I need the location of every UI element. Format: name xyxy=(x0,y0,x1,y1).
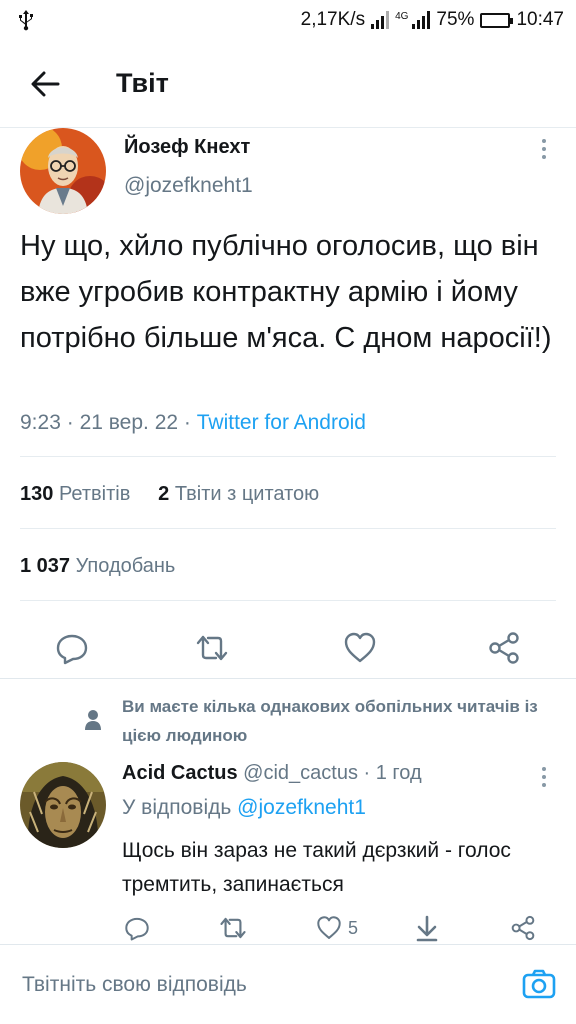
meta-separator: · xyxy=(183,411,191,434)
retweet-icon xyxy=(220,917,246,939)
like-icon xyxy=(344,632,376,663)
tweet-author: Йозеф Кнехт @jozefkneht1 xyxy=(0,128,576,224)
app-header: Твіт xyxy=(0,40,576,128)
tweet-time: 9:23 xyxy=(20,411,61,434)
section-divider xyxy=(0,678,576,679)
tweet-actions xyxy=(0,618,576,678)
author-avatar[interactable] xyxy=(20,128,106,214)
reply-icon xyxy=(56,634,88,665)
reply-avatar[interactable] xyxy=(20,762,106,848)
reply-likes-count: 5 xyxy=(348,917,359,938)
divider xyxy=(20,456,556,457)
main-tweet: Йозеф Кнехт @jozefkneht1 Ну що, хйло пуб… xyxy=(0,128,576,665)
quotes-count: 2 xyxy=(158,483,170,505)
divider xyxy=(20,528,556,529)
reply-retweet-button[interactable] xyxy=(218,910,248,946)
camera-icon[interactable] xyxy=(522,967,556,1001)
signal-icon-2 xyxy=(412,11,431,29)
divider xyxy=(20,600,556,601)
reply-header: Acid Cactus @cid_cactus · 1 год xyxy=(122,762,422,785)
replying-to: У відповідь @jozefkneht1 xyxy=(122,796,366,820)
back-button[interactable] xyxy=(20,59,70,109)
person-icon xyxy=(85,710,101,730)
share-button[interactable] xyxy=(482,626,526,670)
reply-more-icon[interactable] xyxy=(534,764,554,790)
retweets-count: 130 xyxy=(20,483,54,505)
compose-reply-bar: Твітніть свою відповідь xyxy=(0,944,576,1024)
replying-to-label: У відповідь xyxy=(122,796,232,819)
retweets-label: Ретвітів xyxy=(58,483,131,505)
reply-text: Щось він зараз не такий дєрзкий - голос … xyxy=(122,839,511,896)
likes-count: 1 037 xyxy=(20,555,71,577)
reply-time: 1 год xyxy=(375,762,422,784)
tweet-meta: 9:23 · 21 вер. 22 · Twitter for Android xyxy=(20,411,366,435)
retweet-stats: 130 Ретвітів 2 Твіти з цитатою xyxy=(20,483,319,506)
like-button[interactable] xyxy=(338,626,382,670)
battery-icon xyxy=(480,12,514,28)
reply-share-button[interactable] xyxy=(510,910,536,946)
reply-avatar-image xyxy=(20,762,106,848)
retweets-link[interactable]: 130 Ретвітів xyxy=(20,483,130,505)
network-type: 4G xyxy=(395,11,409,22)
tweet-date: 21 вер. 22 xyxy=(79,411,179,434)
like-icon xyxy=(317,916,341,939)
usb-icon xyxy=(19,10,33,31)
reply-icon xyxy=(125,917,149,941)
tweet-source-link[interactable]: Twitter for Android xyxy=(197,411,366,434)
meta-separator: · xyxy=(363,762,371,784)
author-portrait xyxy=(20,128,106,214)
download-icon xyxy=(416,915,438,942)
retweet-button[interactable] xyxy=(190,626,234,670)
quotes-label: Твіти з цитатою xyxy=(174,483,320,505)
clock: 10:47 xyxy=(516,9,564,30)
back-arrow-icon xyxy=(31,71,60,96)
likes-stats[interactable]: 1 037 Уподобань xyxy=(20,555,175,578)
retweet-icon xyxy=(196,635,228,661)
quotes-link[interactable]: 2 Твіти з цитатою xyxy=(158,483,319,505)
author-handle[interactable]: @jozefkneht1 xyxy=(124,174,253,198)
net-speed: 2,17K/s xyxy=(300,9,366,30)
reply-button[interactable] xyxy=(50,626,94,670)
replying-to-mention[interactable]: @jozefkneht1 xyxy=(237,796,366,819)
reply-like-button[interactable]: 5 xyxy=(316,910,358,946)
reply-author-handle[interactable]: @cid_cactus xyxy=(243,762,358,784)
status-bar: 2,17K/s 4G 75% 10:47 xyxy=(0,0,576,40)
reply-input[interactable]: Твітніть свою відповідь xyxy=(22,973,247,997)
author-name[interactable]: Йозеф Кнехт xyxy=(124,136,250,159)
social-context-text: Ви маєте кілька однакових обопільних чит… xyxy=(122,697,538,745)
likes-label: Уподобань xyxy=(75,555,176,577)
signal-icon xyxy=(371,11,390,29)
reply-reply-button[interactable] xyxy=(124,910,150,946)
meta-separator: · xyxy=(66,411,74,434)
reply-author-name[interactable]: Acid Cactus xyxy=(122,762,238,784)
share-icon xyxy=(489,632,519,664)
reply-download-button[interactable] xyxy=(414,910,440,946)
tweet-text: Ну що, хйло публічно оголосив, що він вж… xyxy=(20,230,552,354)
battery-percent: 75% xyxy=(436,9,475,30)
page-title: Твіт xyxy=(116,68,169,98)
more-icon[interactable] xyxy=(534,136,554,162)
share-icon xyxy=(511,915,535,941)
